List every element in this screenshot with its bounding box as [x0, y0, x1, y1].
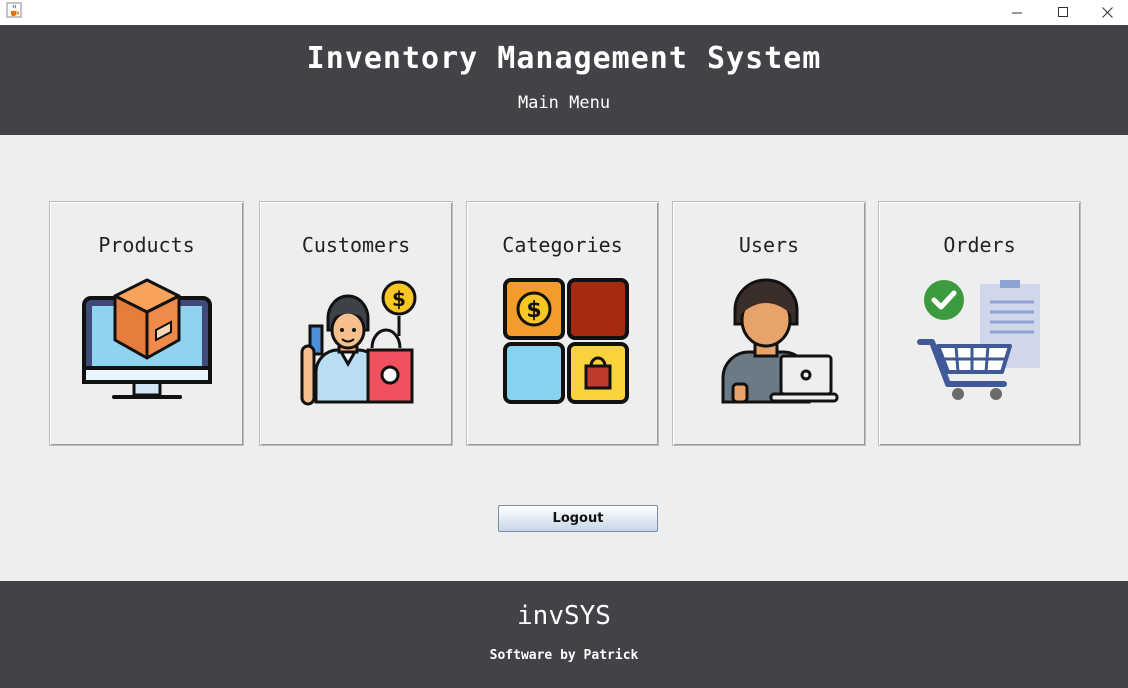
svg-text:$: $: [392, 287, 406, 311]
window-titlebar: [0, 0, 1128, 25]
categories-label: Categories: [502, 233, 623, 257]
footer-banner: invSYS Software by Patrick: [0, 581, 1128, 688]
minimize-button[interactable]: [994, 0, 1040, 25]
java-cup-icon: [6, 2, 22, 18]
users-card[interactable]: Users: [672, 201, 866, 446]
user-laptop-icon: [721, 278, 839, 404]
svg-text:$: $: [526, 298, 541, 323]
app-title: Inventory Management System: [306, 41, 822, 76]
monitor-box-icon: [81, 278, 212, 399]
page-subtitle: Main Menu: [517, 93, 611, 113]
products-label: Products: [98, 233, 195, 257]
products-card[interactable]: Products: [49, 201, 244, 446]
maximize-button[interactable]: [1040, 0, 1086, 25]
users-label: Users: [738, 233, 800, 257]
minimize-icon: [1011, 12, 1022, 14]
cart-checklist-icon: [916, 280, 1040, 400]
header-banner: Inventory Management System Main Menu: [0, 25, 1128, 135]
maximize-icon: [1057, 7, 1068, 17]
customers-card[interactable]: Customers $: [259, 201, 453, 446]
customers-label: Customers: [301, 233, 411, 257]
logout-button[interactable]: Logout: [498, 505, 658, 532]
orders-label: Orders: [943, 233, 1016, 257]
brand-name: invSYS: [517, 601, 611, 631]
credit-text: Software by Patrick: [489, 648, 639, 663]
category-grid-icon: $: [502, 278, 629, 404]
categories-card[interactable]: Categories $: [466, 201, 659, 446]
orders-card[interactable]: Orders: [878, 201, 1081, 446]
close-icon: [1101, 7, 1113, 18]
shopper-icon: $: [300, 280, 417, 406]
close-button[interactable]: [1084, 0, 1128, 25]
